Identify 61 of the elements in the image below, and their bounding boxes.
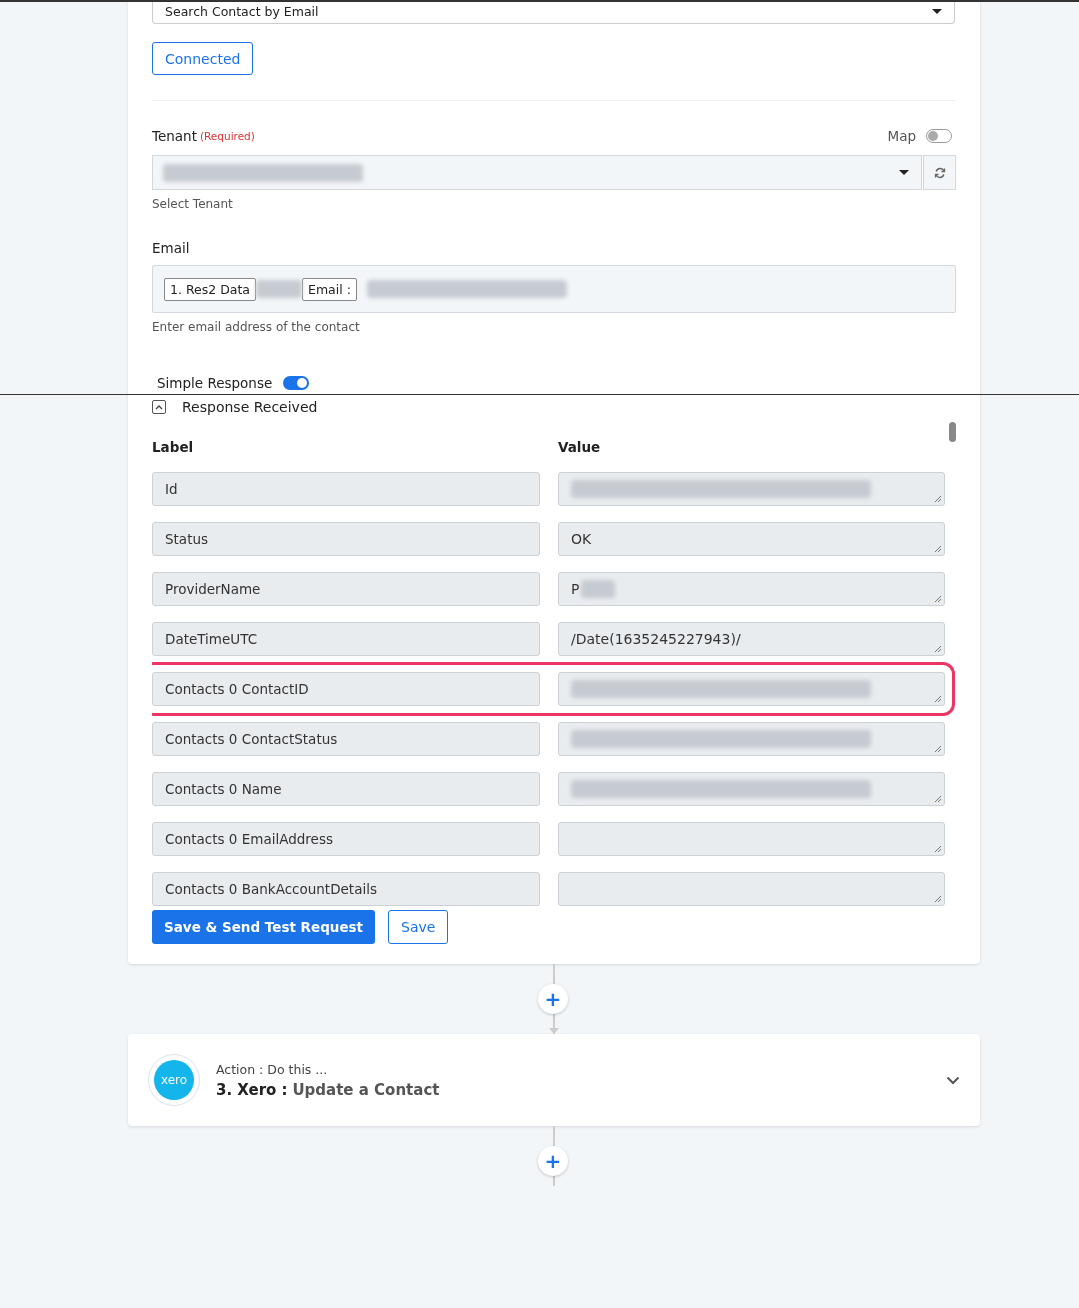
resize-grip-icon bbox=[934, 545, 942, 553]
add-step-button[interactable]: + bbox=[538, 1146, 568, 1176]
label-field: Contacts 0 Name bbox=[152, 772, 540, 806]
label-field: Contacts 0 ContactID bbox=[152, 672, 540, 706]
required-label: (Required) bbox=[199, 130, 255, 142]
email-hint: Enter email address of the contact bbox=[152, 320, 361, 334]
label-field: DateTimeUTC bbox=[152, 622, 540, 656]
step-subtitle: Action : Do this ... bbox=[216, 1061, 329, 1077]
value-field[interactable] bbox=[558, 672, 945, 706]
step-app-name: 3. Xero : bbox=[216, 1080, 288, 1099]
save-button[interactable]: Save bbox=[388, 910, 449, 944]
label-field: Contacts 0 BankAccountDetails bbox=[152, 872, 540, 906]
chevron-down-icon[interactable] bbox=[946, 1075, 960, 1085]
simple-response-label: Simple Response bbox=[157, 375, 273, 391]
value-field[interactable]: P bbox=[558, 572, 945, 606]
map-toggle[interactable] bbox=[926, 129, 952, 143]
response-title: Response Received bbox=[182, 399, 318, 415]
label-heading: Label bbox=[152, 439, 195, 455]
value-field[interactable]: /Date(1635245227943)/ bbox=[558, 622, 945, 656]
label-field: Id bbox=[152, 472, 540, 506]
caret-icon bbox=[932, 9, 942, 14]
chevron-up-icon bbox=[155, 404, 163, 410]
refresh-button[interactable] bbox=[923, 155, 956, 190]
tenant-label: Tenant bbox=[152, 128, 197, 144]
value-heading: Value bbox=[558, 439, 601, 455]
resize-grip-icon bbox=[934, 845, 942, 853]
resize-grip-icon bbox=[934, 495, 942, 503]
token-chip: 1. Res2 Data bbox=[164, 277, 256, 301]
token-chip: Email : bbox=[302, 277, 357, 301]
add-step-button[interactable]: + bbox=[538, 984, 568, 1014]
resize-grip-icon bbox=[934, 695, 942, 703]
caret-icon bbox=[899, 170, 909, 175]
label-field: Contacts 0 EmailAddress bbox=[152, 822, 540, 856]
label-field: ProviderName bbox=[152, 572, 540, 606]
action-select[interactable]: Search Contact by Email bbox=[152, 0, 955, 24]
email-label: Email bbox=[152, 240, 191, 256]
collapse-toggle[interactable] bbox=[152, 400, 166, 414]
simple-response-toggle[interactable] bbox=[283, 376, 310, 390]
resize-grip-icon bbox=[934, 645, 942, 653]
redacted-value bbox=[256, 280, 302, 298]
scrollbar[interactable] bbox=[949, 422, 956, 442]
value-field[interactable] bbox=[558, 822, 945, 856]
value-field[interactable] bbox=[558, 472, 945, 506]
value-field[interactable] bbox=[558, 772, 945, 806]
resize-grip-icon bbox=[934, 745, 942, 753]
refresh-icon bbox=[933, 166, 946, 179]
label-field: Contacts 0 ContactStatus bbox=[152, 722, 540, 756]
resize-grip-icon bbox=[934, 795, 942, 803]
connected-button[interactable]: Connected bbox=[152, 42, 254, 75]
save-send-button[interactable]: Save & Send Test Request bbox=[152, 910, 376, 944]
email-field[interactable]: 1. Res2 Data Email : bbox=[152, 265, 956, 313]
map-label: Map bbox=[887, 128, 916, 144]
resize-grip-icon bbox=[934, 595, 942, 603]
value-field[interactable] bbox=[558, 722, 945, 756]
resize-grip-icon bbox=[934, 895, 942, 903]
value-field[interactable] bbox=[558, 872, 945, 906]
xero-logo: xero bbox=[154, 1060, 194, 1100]
label-field: Status bbox=[152, 522, 540, 556]
step-action-name: Update a Contact bbox=[292, 1080, 440, 1099]
tenant-hint: Select Tenant bbox=[152, 197, 234, 211]
value-field[interactable]: OK bbox=[558, 522, 945, 556]
